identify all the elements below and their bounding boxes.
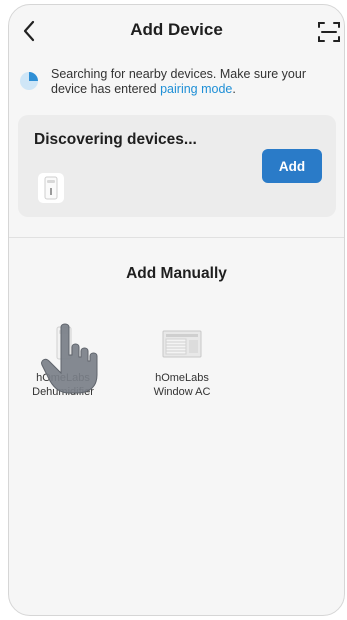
phone-screen: Add Device Searching for nearby devices.… [8, 4, 345, 616]
search-tip: Searching for nearby devices. Make sure … [19, 67, 339, 97]
tile-label: hOmeLabs Window AC [142, 371, 222, 399]
tip-text: Searching for nearby devices. Make sure … [51, 67, 339, 97]
add-manually-title: Add Manually [126, 265, 227, 282]
tile-dehumidifier[interactable]: hOmeLabs Dehumidifier [23, 323, 103, 399]
window-ac-icon [162, 330, 202, 358]
header: Add Device [9, 5, 344, 57]
back-button[interactable] [15, 17, 43, 45]
discovering-title: Discovering devices... [34, 131, 197, 148]
scan-icon [318, 22, 340, 42]
tile-label-line2: Window AC [153, 386, 211, 398]
add-button[interactable]: Add [262, 149, 322, 183]
pairing-mode-link[interactable]: pairing mode [160, 82, 232, 96]
tile-label: hOmeLabs Dehumidifier [23, 371, 103, 399]
chevron-left-icon [23, 20, 35, 42]
discovered-device[interactable] [38, 173, 64, 203]
discovering-card: Discovering devices... Add [18, 115, 336, 217]
dehumidifier-icon [56, 326, 72, 360]
tile-label-line2: Dehumidifier [32, 386, 94, 398]
tip-text-end: . [232, 82, 236, 96]
tile-window-ac[interactable]: hOmeLabs Window AC [142, 323, 222, 399]
tile-label-line1: hOmeLabs [155, 372, 209, 384]
divider [9, 237, 344, 238]
dehumidifier-icon [44, 176, 58, 200]
page-title: Add Device [130, 20, 223, 39]
tile-label-line1: hOmeLabs [36, 372, 90, 384]
scan-button[interactable] [316, 19, 342, 45]
radar-icon [20, 72, 38, 90]
